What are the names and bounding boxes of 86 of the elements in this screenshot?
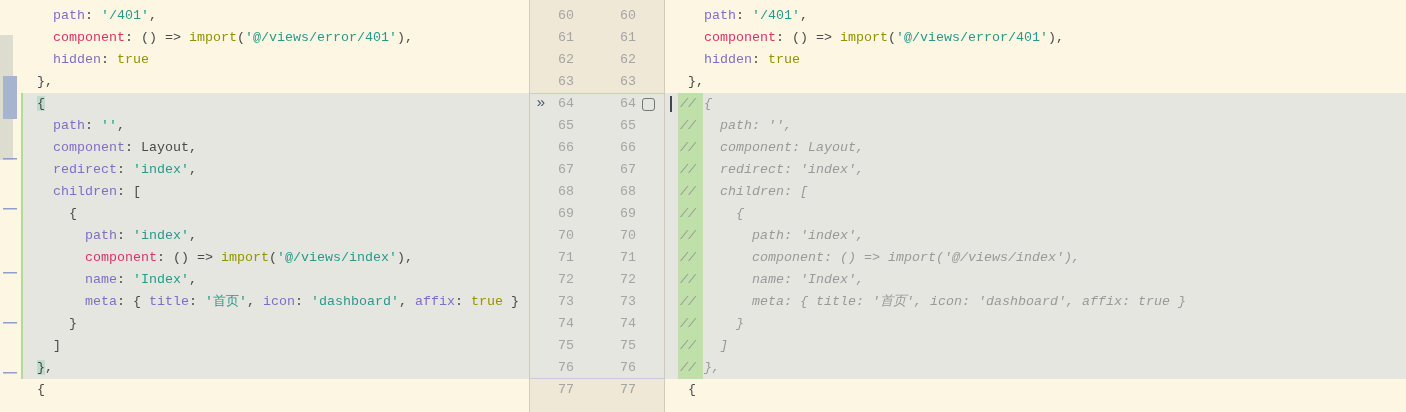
line-number: 62 [619, 51, 636, 69]
code-line: path: '/401', [704, 7, 808, 25]
code-line: { [704, 95, 712, 113]
line-number: 71 [557, 249, 574, 267]
line-number: 64 [557, 95, 574, 113]
code-line: } [736, 315, 744, 333]
code-line: { [37, 381, 45, 399]
code-line: children: [ [720, 183, 808, 201]
line-number: 73 [619, 293, 636, 311]
line-number: 72 [619, 271, 636, 289]
code-line: }, [704, 359, 720, 377]
code-line: ] [720, 337, 728, 355]
line-number: 77 [619, 381, 636, 399]
code-line: component: () => import('@/views/index'), [85, 249, 413, 267]
line-number: 62 [557, 51, 574, 69]
comment-marker: // [678, 159, 703, 181]
line-number: 69 [619, 205, 636, 223]
code-line: redirect: 'index', [53, 161, 197, 179]
line-number: 68 [557, 183, 574, 201]
line-number: 63 [619, 73, 636, 91]
code-line: children: [ [53, 183, 141, 201]
line-number: 72 [557, 271, 574, 289]
code-line: ] [53, 337, 61, 355]
comment-marker: // [678, 115, 703, 137]
code-line: path: 'index', [752, 227, 864, 245]
code-line: hidden: true [704, 51, 800, 69]
line-number: 75 [619, 337, 636, 355]
line-number: 68 [619, 183, 636, 201]
code-line: name: 'Index', [752, 271, 864, 289]
line-number: 67 [557, 161, 574, 179]
line-number: 76 [619, 359, 636, 377]
line-number: 74 [619, 315, 636, 333]
comment-marker: // [678, 181, 703, 203]
line-number: 77 [557, 381, 574, 399]
code-line: { [688, 381, 696, 399]
code-line: component: Layout, [53, 139, 197, 157]
line-number: 67 [619, 161, 636, 179]
code-line: }, [37, 359, 53, 377]
code-line: meta: { title: '首页', icon: 'dashboard', affix: true } [752, 293, 1186, 311]
code-line: component: Layout, [720, 139, 864, 157]
code-line: component: () => import('@/views/error/401'), [704, 29, 1064, 47]
code-line: path: '', [53, 117, 125, 135]
line-number: 60 [619, 7, 636, 25]
comment-marker: // [678, 137, 703, 159]
code-line: redirect: 'index', [720, 161, 864, 179]
code-line: { [69, 205, 77, 223]
line-number: 66 [557, 139, 574, 157]
line-number: 60 [557, 7, 574, 25]
line-number: 61 [619, 29, 636, 47]
line-number: 65 [557, 117, 574, 135]
comment-marker: // [678, 291, 703, 313]
line-number: 71 [619, 249, 636, 267]
line-number: 74 [557, 315, 574, 333]
line-number: 76 [557, 359, 574, 377]
code-line: } [69, 315, 77, 333]
code-line: path: '/401', [53, 7, 157, 25]
code-line: hidden: true [53, 51, 149, 69]
code-line: }, [37, 73, 53, 91]
line-number: 69 [557, 205, 574, 223]
code-line: }, [688, 73, 704, 91]
comment-marker: // [678, 93, 703, 115]
line-number: 66 [619, 139, 636, 157]
comment-marker: // [678, 313, 703, 335]
code-line: meta: { title: '首页', icon: 'dashboard', affix: true } [85, 293, 519, 311]
line-number: 64 [619, 95, 636, 113]
comment-marker: // [678, 335, 703, 357]
code-line: { [736, 205, 744, 223]
code-line: path: '', [720, 117, 792, 135]
apply-change-button[interactable]: » [530, 93, 552, 115]
line-number: 73 [557, 293, 574, 311]
line-number: 63 [557, 73, 574, 91]
line-number: 65 [619, 117, 636, 135]
line-number: 75 [557, 337, 574, 355]
code-line: path: 'index', [85, 227, 197, 245]
code-line: component: () => import('@/views/error/401'), [53, 29, 413, 47]
line-number: 70 [619, 227, 636, 245]
checkbox[interactable] [642, 97, 655, 111]
line-number: 70 [557, 227, 574, 245]
line-number: 61 [557, 29, 574, 47]
comment-marker: // [678, 357, 703, 379]
code-line: component: () => import('@/views/index'), [752, 249, 1080, 267]
comment-marker: // [678, 203, 703, 225]
comment-marker: // [678, 269, 703, 291]
code-line: name: 'Index', [85, 271, 197, 289]
comment-marker: // [678, 247, 703, 269]
comment-marker: // [678, 225, 703, 247]
